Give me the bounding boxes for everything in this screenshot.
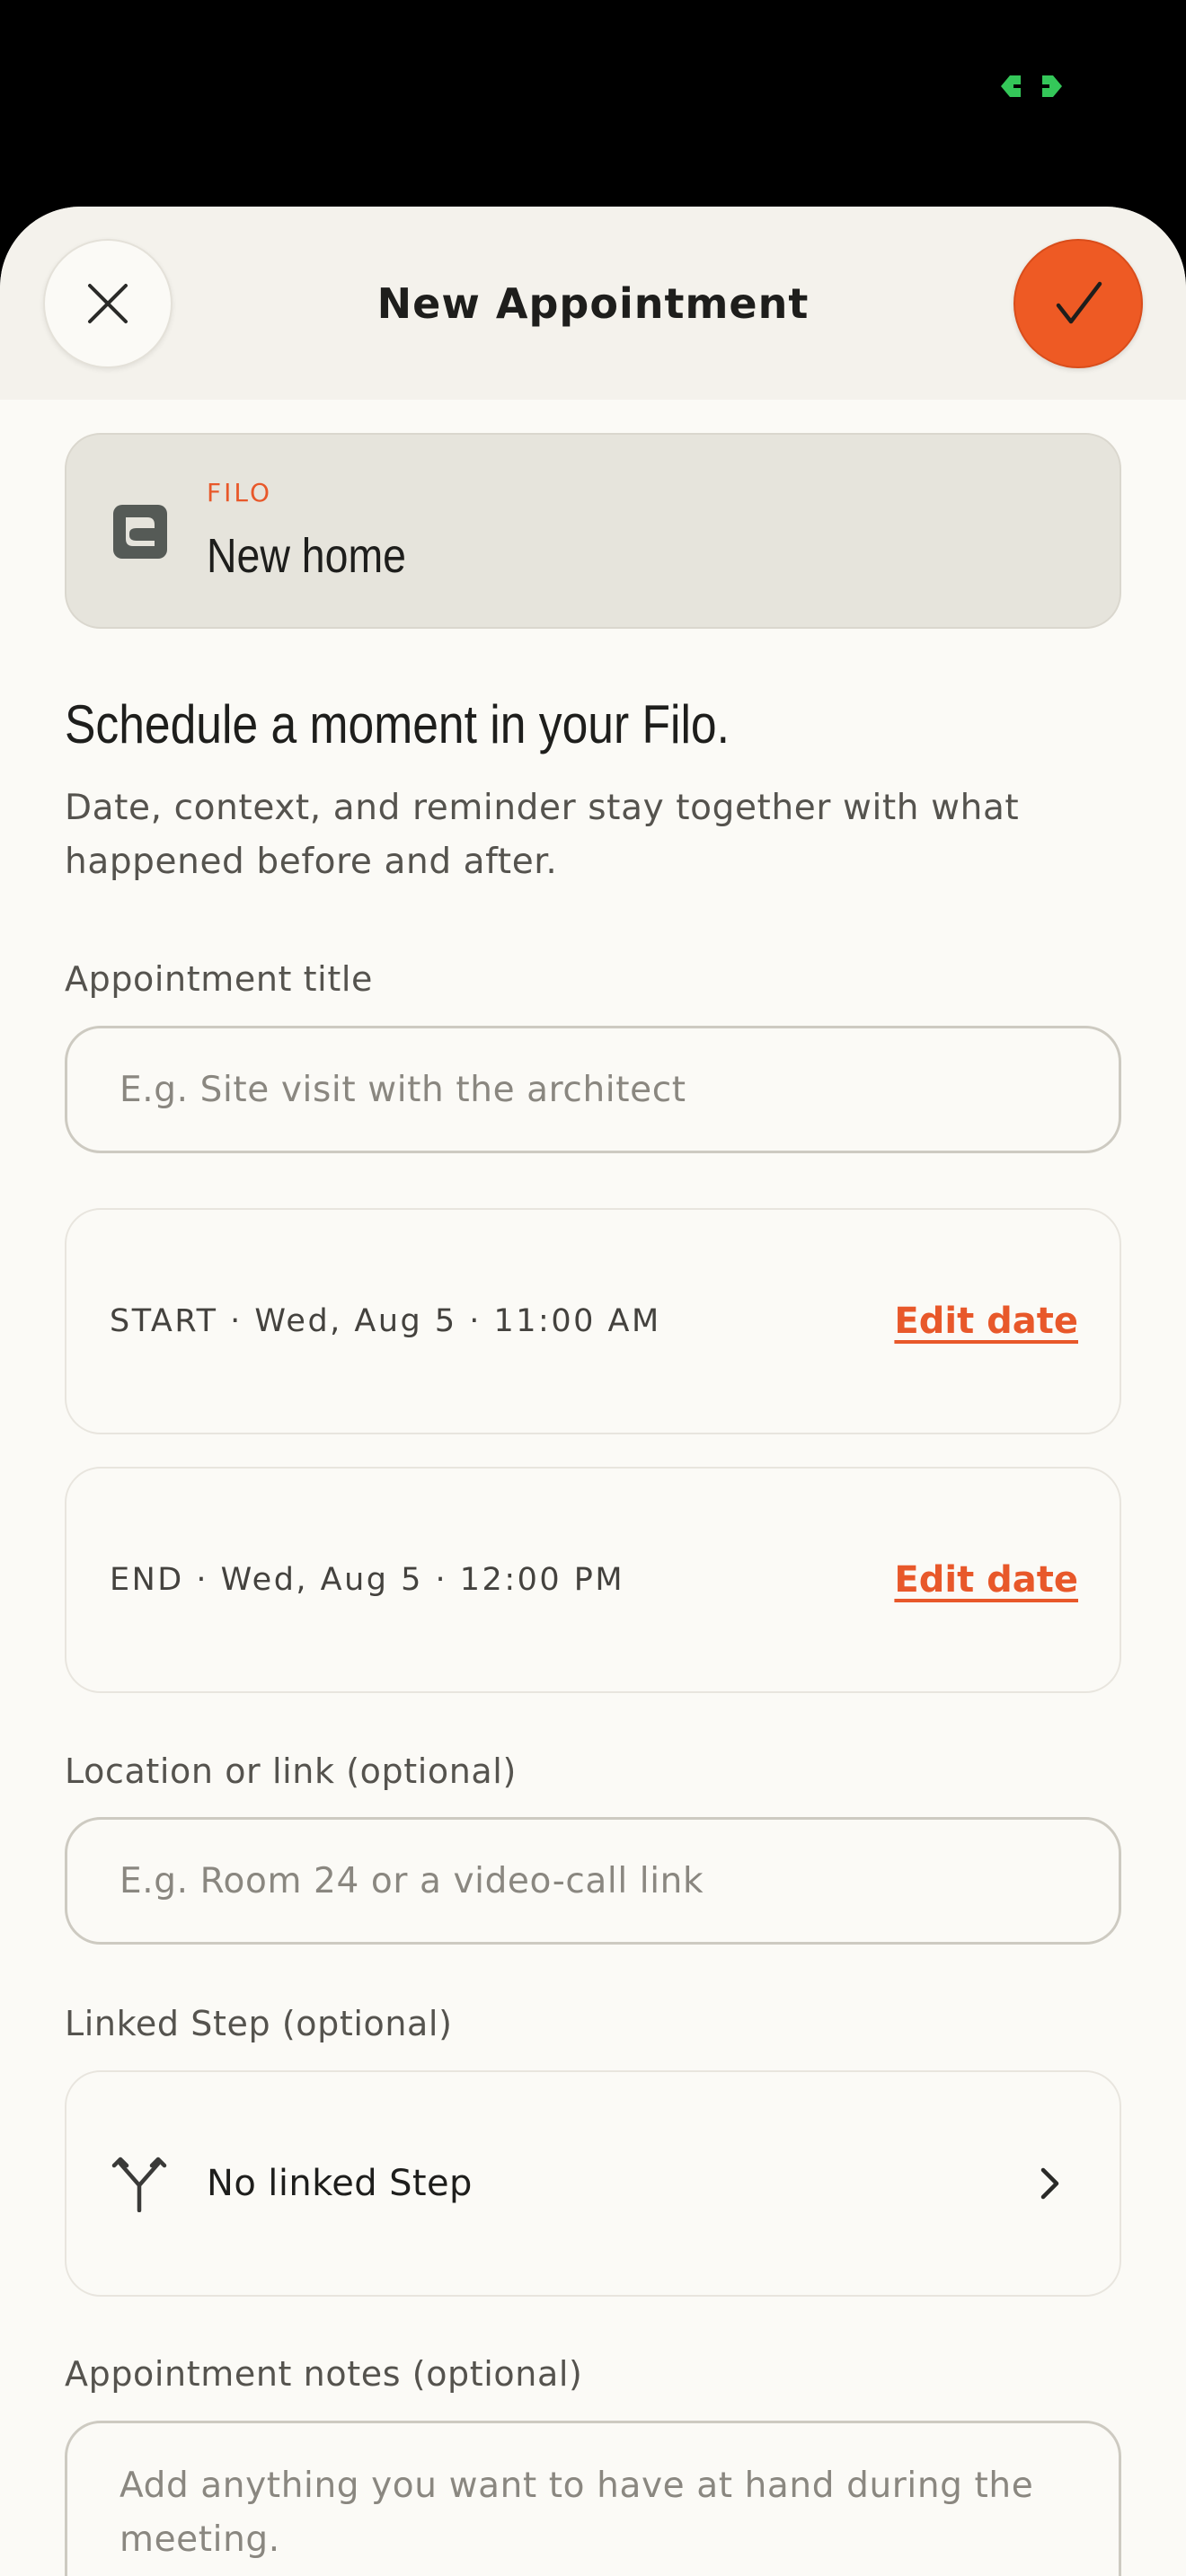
end-date-text: END · Wed, Aug 5 · 12:00 PM: [110, 1562, 625, 1598]
confirm-button[interactable]: [1013, 239, 1143, 368]
start-date-card: START · Wed, Aug 5 · 11:00 AM Edit date: [65, 1208, 1121, 1434]
location-input[interactable]: [65, 1817, 1121, 1945]
filo-kicker: FILO: [207, 478, 273, 507]
start-date-text: START · Wed, Aug 5 · 11:00 AM: [110, 1303, 661, 1339]
appointment-title-input[interactable]: [65, 1026, 1121, 1153]
status-bar: [0, 0, 1186, 207]
linked-step-value: No linked Step: [207, 2163, 473, 2204]
edit-start-date-link[interactable]: Edit date: [894, 1210, 1078, 1433]
chevron-right-icon: [1040, 2167, 1059, 2200]
sheet-header: New Appointment: [0, 207, 1186, 400]
notes-label: Appointment notes (optional): [65, 2354, 583, 2394]
intro-text: Date, context, and reminder stay togethe…: [65, 788, 1020, 882]
location-label: Location or link (optional): [65, 1751, 517, 1791]
end-date-card: END · Wed, Aug 5 · 12:00 PM Edit date: [65, 1467, 1121, 1693]
appointment-sheet: New Appointment FILO New home Schedule a…: [0, 207, 1186, 2576]
checkmark-icon: [1056, 281, 1102, 324]
filo-context-card: FILO New home: [65, 433, 1121, 629]
page-title: New Appointment: [376, 279, 810, 328]
close-button[interactable]: [43, 239, 173, 368]
close-icon: [88, 284, 128, 323]
camera-indicator-icon: [1001, 75, 1062, 97]
linked-step-selector[interactable]: No linked Step: [65, 2070, 1121, 2297]
intro-heading: Schedule a moment in your Filo.: [65, 694, 730, 754]
branch-icon: [111, 2157, 167, 2212]
edit-end-date-link[interactable]: Edit date: [894, 1469, 1078, 1691]
appointment-notes-input[interactable]: [65, 2421, 1121, 2576]
filo-logo-icon: [113, 505, 167, 559]
filo-name: New home: [207, 529, 406, 583]
title-label: Appointment title: [65, 959, 373, 999]
linked-step-label: Linked Step (optional): [65, 2004, 453, 2043]
